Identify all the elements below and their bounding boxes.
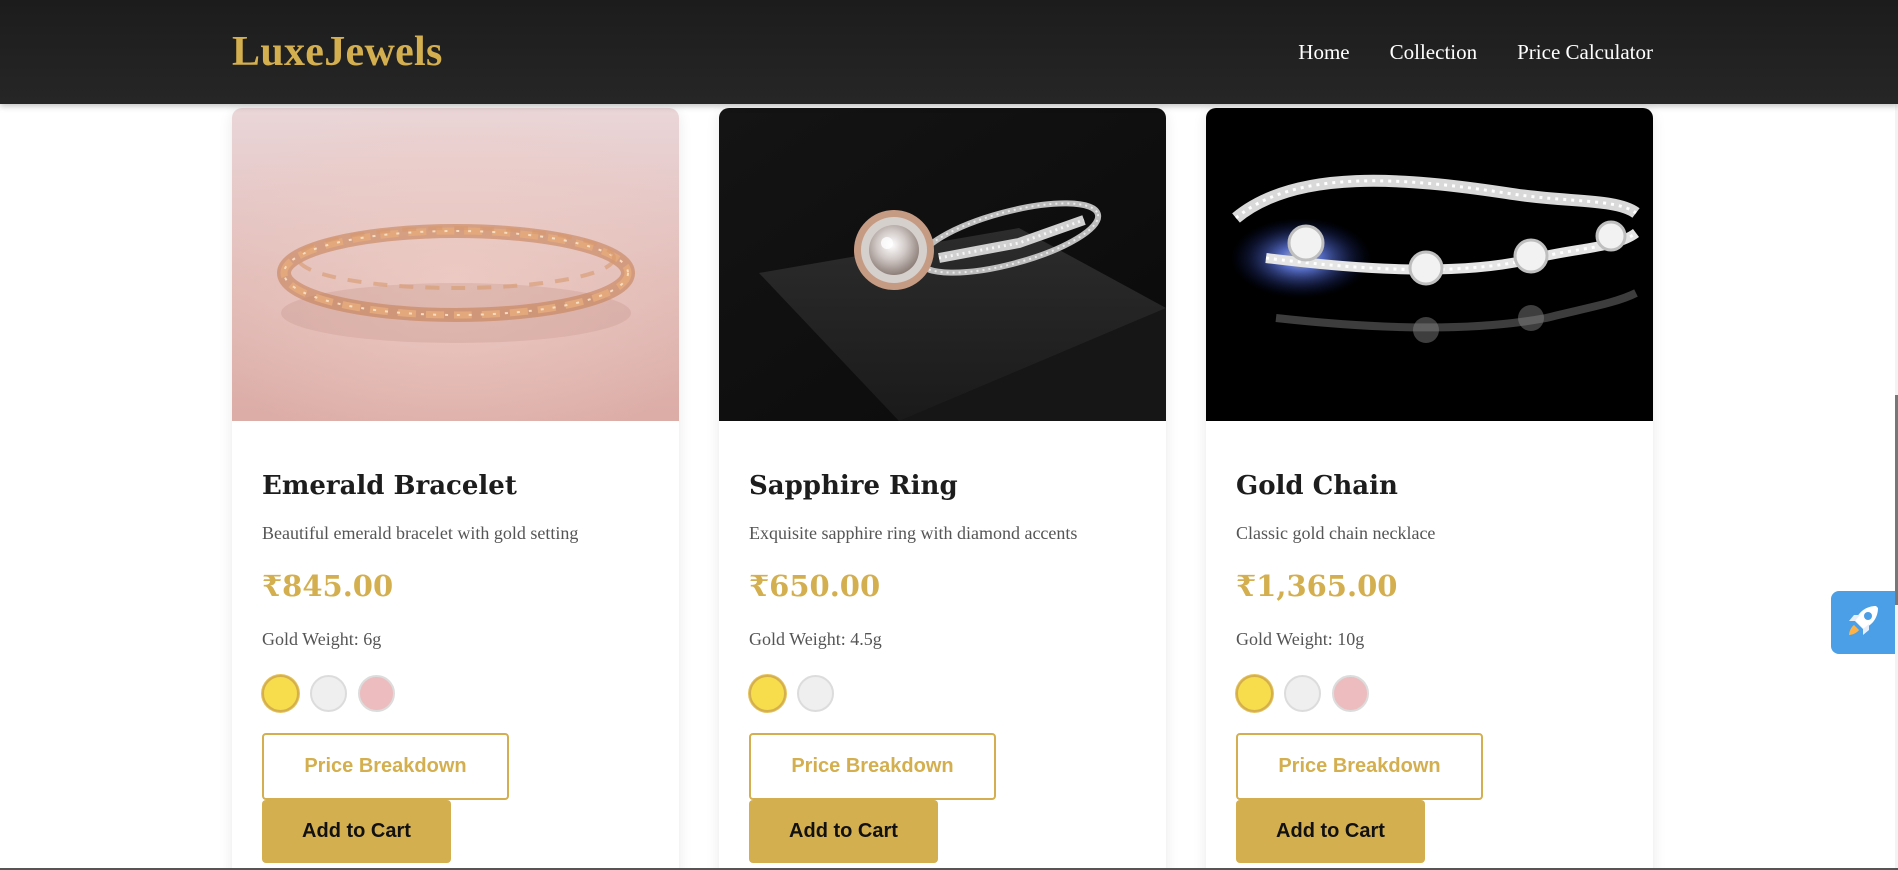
rocket-launcher-button[interactable] — [1831, 591, 1895, 654]
product-image-diamond-bracelet[interactable] — [1206, 108, 1653, 421]
price-breakdown-button[interactable]: Price Breakdown — [262, 733, 509, 800]
product-card-emerald-bracelet: Emerald Bracelet Beautiful emerald brace… — [232, 108, 679, 870]
metal-swatch-group — [749, 675, 834, 712]
add-to-cart-button[interactable]: Add to Cart — [1236, 800, 1425, 863]
swatch-white-gold[interactable] — [310, 675, 347, 712]
nav-price-calculator-link[interactable]: Price Calculator — [1517, 40, 1653, 65]
swatch-rose-gold[interactable] — [1332, 675, 1369, 712]
swatch-rose-gold[interactable] — [358, 675, 395, 712]
site-logo[interactable]: LuxeJewels — [232, 28, 443, 76]
swatch-yellow-gold[interactable] — [262, 675, 299, 712]
metal-swatch-group — [262, 675, 395, 712]
product-card-sapphire-ring: Sapphire Ring Exquisite sapphire ring wi… — [719, 108, 1166, 870]
product-description: Beautiful emerald bracelet with gold set… — [262, 523, 579, 543]
price-breakdown-button[interactable]: Price Breakdown — [1236, 733, 1483, 800]
product-price: ₹650.00 — [749, 569, 881, 603]
product-title: Gold Chain — [1236, 471, 1398, 501]
product-image-diamond-ring[interactable] — [719, 108, 1166, 421]
product-description: Exquisite sapphire ring with diamond acc… — [749, 523, 1078, 543]
main-nav: Home Collection Price Calculator — [1298, 40, 1653, 65]
price-breakdown-button[interactable]: Price Breakdown — [749, 733, 996, 800]
product-title: Emerald Bracelet — [262, 471, 517, 501]
product-image-rose-gold-bracelet[interactable] — [232, 108, 679, 421]
site-header: LuxeJewels Home Collection Price Calcula… — [0, 0, 1898, 104]
product-gold-weight: Gold Weight: 6g — [262, 629, 382, 649]
add-to-cart-button[interactable]: Add to Cart — [749, 800, 938, 863]
product-gold-weight: Gold Weight: 10g — [1236, 629, 1365, 649]
product-price: ₹845.00 — [262, 569, 394, 603]
swatch-white-gold[interactable] — [1284, 675, 1321, 712]
product-price: ₹1,365.00 — [1236, 569, 1398, 603]
swatch-yellow-gold[interactable] — [1236, 675, 1273, 712]
nav-collection-link[interactable]: Collection — [1390, 40, 1478, 65]
rocket-icon — [1843, 601, 1883, 645]
add-to-cart-button[interactable]: Add to Cart — [262, 800, 451, 863]
swatch-yellow-gold[interactable] — [749, 675, 786, 712]
product-gold-weight: Gold Weight: 4.5g — [749, 629, 882, 649]
swatch-white-gold[interactable] — [797, 675, 834, 712]
product-card-gold-chain: Gold Chain Classic gold chain necklace ₹… — [1206, 108, 1653, 870]
product-description: Classic gold chain necklace — [1236, 523, 1436, 543]
nav-home-link[interactable]: Home — [1298, 40, 1349, 65]
metal-swatch-group — [1236, 675, 1369, 712]
product-grid: Emerald Bracelet Beautiful emerald brace… — [232, 108, 1653, 870]
product-title: Sapphire Ring — [749, 471, 958, 501]
